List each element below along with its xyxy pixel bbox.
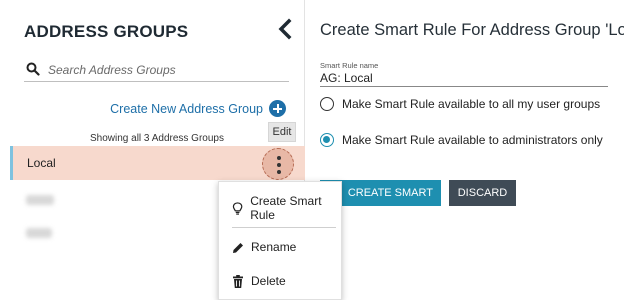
kebab-dot <box>277 156 281 160</box>
lightbulb-icon <box>232 201 243 215</box>
menu-item-delete[interactable]: Delete <box>219 266 343 296</box>
address-group-label: Local <box>27 156 56 170</box>
page-title: Create Smart Rule For Address Group 'Loc… <box>320 21 624 39</box>
radio-button[interactable] <box>320 97 334 111</box>
address-group-row-blurred[interactable] <box>26 228 52 238</box>
rule-name-input[interactable] <box>320 69 608 87</box>
trash-icon <box>233 274 243 288</box>
showing-count: Showing all 3 Address Groups <box>90 133 224 144</box>
menu-divider <box>232 227 336 228</box>
edit-button[interactable]: Edit <box>268 122 296 142</box>
menu-item-label: Create Smart Rule <box>250 194 322 222</box>
more-options-button[interactable] <box>262 148 294 180</box>
search-icon <box>26 62 40 76</box>
address-group-row-local[interactable]: Local <box>10 146 305 180</box>
create-address-group-button[interactable]: Create New Address Group <box>110 100 286 117</box>
kebab-dot <box>277 170 281 174</box>
option-all-user-groups[interactable]: Make Smart Rule available to all my user… <box>320 97 600 111</box>
kebab-dot <box>277 163 281 167</box>
option-administrators-only[interactable]: Make Smart Rule available to administrat… <box>320 133 603 147</box>
menu-item-create-smart-rule[interactable]: Create Smart Rule <box>219 193 343 223</box>
discard-button[interactable]: DISCARD <box>449 180 516 206</box>
option-label: Make Smart Rule available to all my user… <box>342 97 601 111</box>
panel-title: ADDRESS GROUPS <box>24 22 189 41</box>
create-address-group-label: Create New Address Group <box>110 101 263 116</box>
chevron-left-icon[interactable] <box>276 18 294 40</box>
pencil-icon <box>233 242 243 253</box>
option-label: Make Smart Rule available to administrat… <box>342 133 603 147</box>
address-group-row-blurred[interactable] <box>26 195 54 205</box>
menu-item-label: Delete <box>251 274 286 288</box>
menu-item-label: Rename <box>251 240 297 254</box>
search-input[interactable] <box>48 60 286 80</box>
search-box <box>24 60 289 82</box>
radio-button-selected[interactable] <box>320 133 334 147</box>
menu-item-rename[interactable]: Rename <box>219 232 343 262</box>
context-menu: Create Smart Rule Rename Delete <box>218 181 342 300</box>
app-root: ADDRESS GROUPS Create New Address Group … <box>0 0 624 300</box>
plus-circle-icon <box>269 100 286 117</box>
